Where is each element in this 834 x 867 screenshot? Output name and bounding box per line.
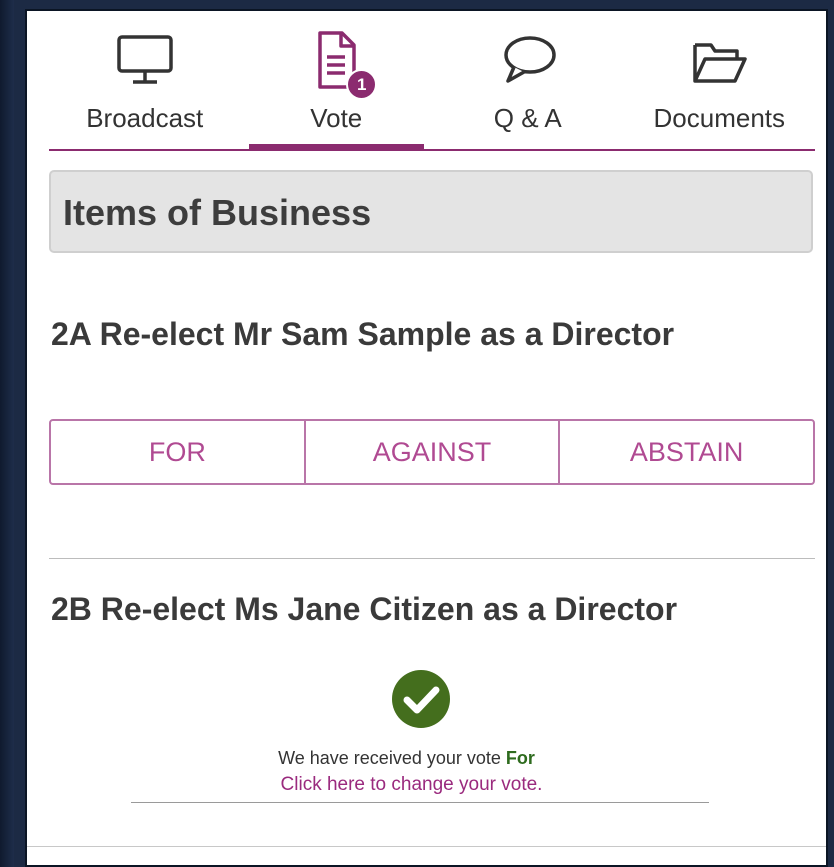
tab-vote[interactable]: 1 Vote: [241, 11, 433, 151]
item-title-2b: 2B Re-elect Ms Jane Citizen as a Directo…: [51, 591, 678, 627]
folder-icon: [693, 43, 747, 83]
vote-abstain-button[interactable]: ABSTAIN: [560, 421, 813, 483]
change-vote-link[interactable]: Click here to change your vote.: [27, 774, 811, 796]
tab-bar: Broadcast 1 Vote Q & A Documents: [49, 11, 815, 151]
tab-label: Broadcast: [86, 103, 204, 133]
item-divider: [49, 558, 815, 559]
bottom-divider: [27, 846, 826, 847]
items-of-business-header: Items of Business: [49, 170, 813, 253]
vote-options-2a: FOR AGAINST ABSTAIN: [49, 419, 815, 485]
tab-q-and-a[interactable]: Q & A: [432, 11, 624, 149]
monitor-icon: [117, 35, 173, 84]
tab-documents[interactable]: Documents: [624, 11, 816, 149]
check-circle-icon: [392, 670, 450, 728]
vote-choice: For: [505, 748, 535, 768]
vote-for-button[interactable]: FOR: [51, 421, 306, 483]
window-frame-edge: [0, 0, 14, 867]
speech-bubble-icon: [504, 36, 556, 83]
message-divider: [131, 802, 709, 803]
voting-panel: Broadcast 1 Vote Q & A Documents Items o…: [25, 9, 828, 867]
item-title-2a: 2A Re-elect Mr Sam Sample as a Director: [51, 316, 675, 352]
section-title: Items of Business: [63, 192, 372, 233]
tab-broadcast[interactable]: Broadcast: [49, 11, 241, 149]
vote-received-text: We have received your vote: [278, 748, 501, 768]
vote-against-button[interactable]: AGAINST: [306, 421, 561, 483]
tab-label: Q & A: [493, 103, 562, 133]
tab-label: Vote: [310, 103, 363, 133]
vote-received-message: We have received your vote For: [27, 748, 806, 769]
notification-badge: 1: [346, 69, 378, 100]
tab-label: Documents: [653, 103, 786, 133]
